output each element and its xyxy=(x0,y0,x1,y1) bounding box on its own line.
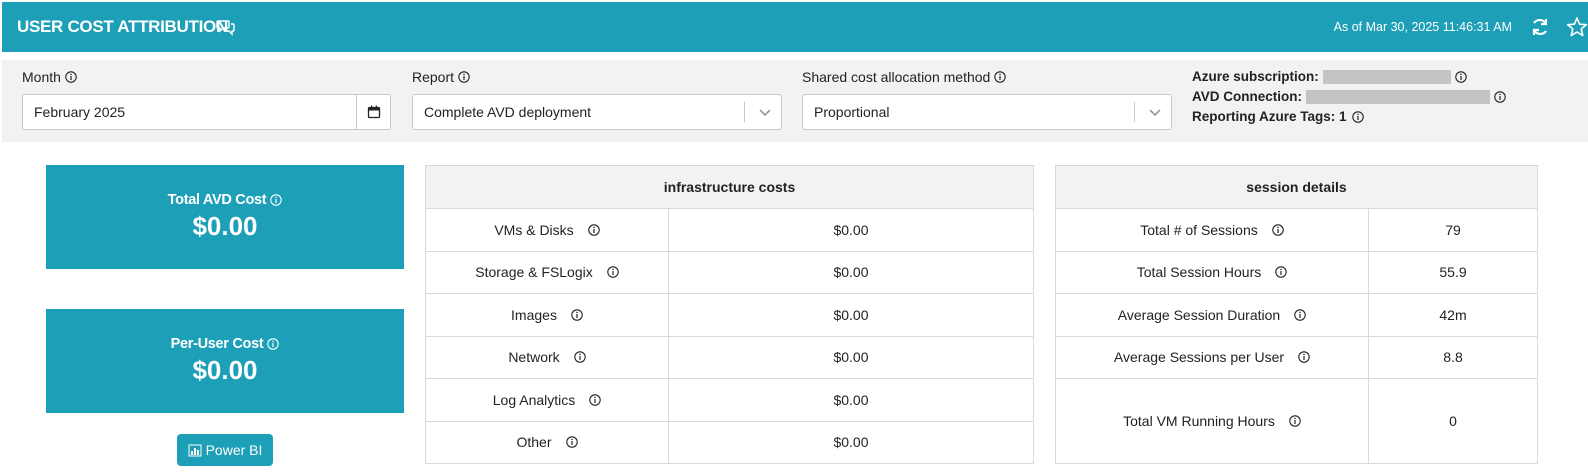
total-cost-value: $0.00 xyxy=(192,211,258,241)
row-label: Images xyxy=(511,306,557,323)
row-label: VMs & Disks xyxy=(494,221,574,238)
allocation-select[interactable]: Proportional xyxy=(802,94,1172,130)
info-icon[interactable] xyxy=(607,266,619,278)
month-label-wrap: Month xyxy=(22,69,77,85)
per-user-cost-value: $0.00 xyxy=(192,355,258,385)
select-separator xyxy=(1134,102,1135,122)
month-label: Month xyxy=(22,69,61,85)
row-value: 42m xyxy=(1368,293,1538,337)
table-row: Network $0.00 xyxy=(425,335,1034,379)
allocation-label-wrap: Shared cost allocation method xyxy=(802,69,1007,85)
allocation-value: Proportional xyxy=(814,104,890,120)
table-row: Average Session Duration 42m xyxy=(1055,293,1538,337)
power-bi-button[interactable]: Power BI xyxy=(177,434,273,466)
row-value: 79 xyxy=(1368,208,1538,252)
info-icon[interactable] xyxy=(1455,70,1467,83)
infrastructure-costs-table: infrastructure costs VMs & Disks $0.00 S… xyxy=(425,165,1034,464)
table-row: Storage & FSLogix $0.00 xyxy=(425,250,1034,294)
row-value: $0.00 xyxy=(668,250,1034,294)
info-icon[interactable] xyxy=(571,309,583,321)
as-of-timestamp: As of Mar 30, 2025 11:46:31 AM xyxy=(1333,20,1512,34)
power-bi-label: Power BI xyxy=(205,442,263,458)
redacted-value xyxy=(1306,89,1490,104)
title-bar: USER COST ATTRIBUTION As of Mar 30, 2025… xyxy=(2,2,1588,52)
row-label: Log Analytics xyxy=(492,391,576,408)
total-avd-cost-card: Total AVD Cost $0.00 xyxy=(46,165,404,269)
calendar-icon xyxy=(367,105,380,119)
month-picker[interactable]: February 2025 xyxy=(22,94,391,130)
chat-icon[interactable] xyxy=(216,18,236,36)
info-icon[interactable] xyxy=(573,351,586,363)
table-row: Total # of Sessions 79 xyxy=(1055,208,1538,252)
azure-subscription-row: Azure subscription: xyxy=(1192,69,1467,84)
row-label: Total # of Sessions xyxy=(1140,221,1258,238)
info-icon[interactable] xyxy=(565,436,578,448)
row-value: $0.00 xyxy=(668,293,1034,337)
select-separator xyxy=(744,102,745,122)
row-label: Storage & FSLogix xyxy=(475,264,593,281)
info-icon[interactable] xyxy=(1351,110,1364,123)
row-label: Other xyxy=(516,434,552,451)
infrastructure-costs-header: infrastructure costs xyxy=(425,165,1034,209)
row-value: 55.9 xyxy=(1368,250,1538,294)
row-label: Average Sessions per User xyxy=(1113,349,1285,366)
power-bi-icon xyxy=(188,444,202,456)
table-row: Total Session Hours 55.9 xyxy=(1055,250,1538,294)
info-icon[interactable] xyxy=(994,71,1007,83)
azure-subscription-label: Azure subscription: xyxy=(1192,69,1319,84)
per-user-cost-card: Per-User Cost $0.00 xyxy=(46,309,404,413)
info-icon[interactable] xyxy=(65,71,77,83)
chevron-down-icon[interactable] xyxy=(1148,106,1162,118)
per-user-label-wrap: Per-User Cost xyxy=(46,336,404,352)
row-label: Total Session Hours xyxy=(1136,264,1262,281)
table-row: Average Sessions per User 8.8 xyxy=(1055,335,1538,379)
report-select[interactable]: Complete AVD deployment xyxy=(412,94,782,130)
reporting-tags-row: Reporting Azure Tags: 1 xyxy=(1192,109,1364,124)
table-row: Log Analytics $0.00 xyxy=(425,378,1034,422)
table-row: Other $0.00 xyxy=(425,420,1034,464)
info-icon[interactable] xyxy=(1272,224,1284,236)
page-title: USER COST ATTRIBUTION xyxy=(17,17,228,36)
table-row: VMs & Disks $0.00 xyxy=(425,208,1034,252)
calendar-button[interactable] xyxy=(356,95,390,129)
total-cost-label-wrap: Total AVD Cost xyxy=(46,192,404,208)
table-row: Total VM Running Hours 0 xyxy=(1055,378,1538,464)
row-value: $0.00 xyxy=(668,378,1034,422)
row-value: 0 xyxy=(1368,378,1538,464)
month-value: February 2025 xyxy=(34,104,126,120)
refresh-icon[interactable] xyxy=(1530,17,1550,37)
table-row: Images $0.00 xyxy=(425,293,1034,337)
report-value: Complete AVD deployment xyxy=(424,104,592,120)
row-value: $0.00 xyxy=(668,420,1034,464)
info-icon[interactable] xyxy=(1294,309,1306,321)
report-label-wrap: Report xyxy=(412,69,470,85)
info-icon[interactable] xyxy=(587,224,600,236)
session-details-table: session details Total # of Sessions 79 T… xyxy=(1055,165,1538,464)
info-icon[interactable] xyxy=(1289,415,1301,427)
avd-connection-row: AVD Connection: xyxy=(1192,89,1506,104)
row-value: $0.00 xyxy=(668,208,1034,252)
star-icon[interactable] xyxy=(1566,16,1588,38)
info-icon[interactable] xyxy=(458,71,470,83)
per-user-cost-label: Per-User Cost xyxy=(170,336,264,352)
info-icon[interactable] xyxy=(1298,351,1310,363)
reporting-tags-label: Reporting Azure Tags: 1 xyxy=(1192,109,1347,124)
row-label: Network xyxy=(508,349,560,366)
row-label: Average Session Duration xyxy=(1117,306,1281,323)
info-icon[interactable] xyxy=(589,394,601,406)
row-value: 8.8 xyxy=(1368,335,1538,379)
info-icon[interactable] xyxy=(1494,90,1506,103)
total-cost-label: Total AVD Cost xyxy=(167,192,267,208)
session-details-header: session details xyxy=(1055,165,1538,209)
row-value: $0.00 xyxy=(668,335,1034,379)
info-icon[interactable] xyxy=(1275,266,1287,278)
row-label: Total VM Running Hours xyxy=(1123,413,1275,429)
info-icon[interactable] xyxy=(270,194,283,206)
report-label: Report xyxy=(412,69,455,85)
redacted-value xyxy=(1322,69,1451,84)
avd-connection-label: AVD Connection: xyxy=(1192,89,1302,104)
allocation-label: Shared cost allocation method xyxy=(802,69,991,85)
info-icon[interactable] xyxy=(267,338,280,350)
chevron-down-icon[interactable] xyxy=(758,106,772,118)
